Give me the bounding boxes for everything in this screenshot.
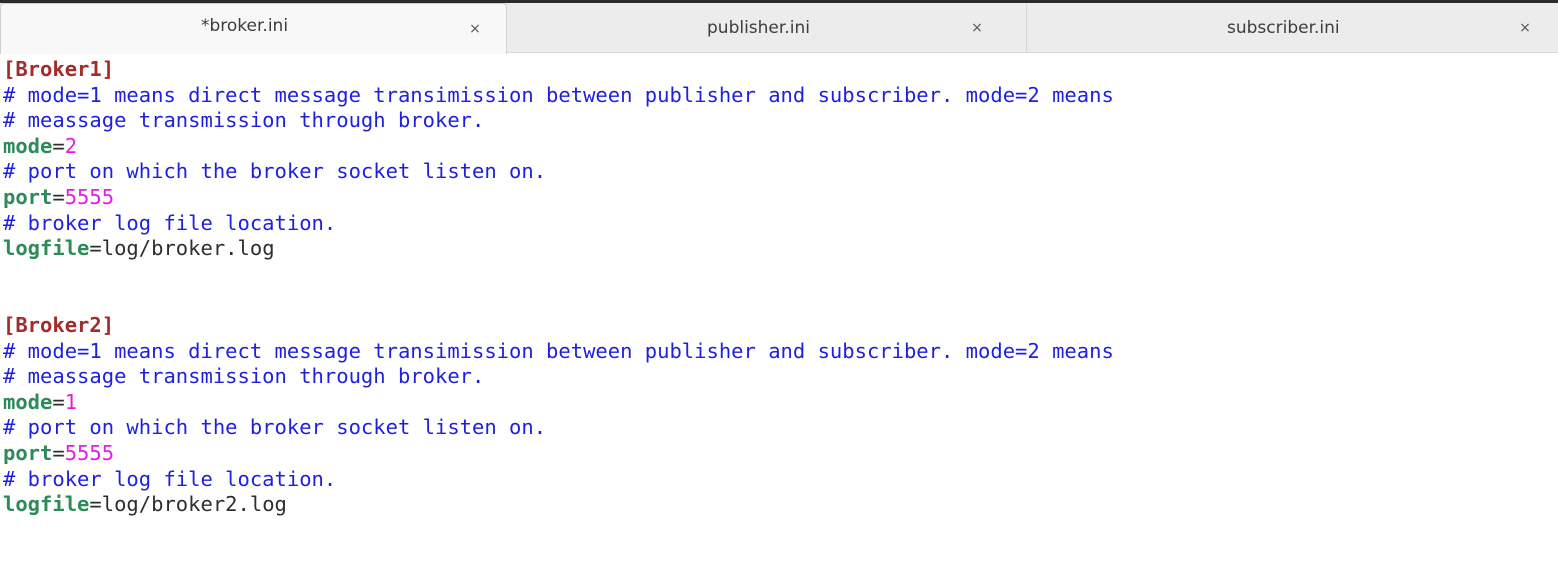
code-line[interactable]: # port on which the broker socket listen…	[3, 415, 1558, 441]
section-header: [Broker2]	[3, 312, 115, 337]
comment-text: # broker log file location.	[3, 210, 337, 235]
code-line[interactable]: port=5555	[3, 441, 1558, 467]
config-value: 5555	[64, 184, 115, 209]
code-line[interactable]	[3, 287, 1558, 313]
comment-text: # meassage transmission through broker.	[3, 108, 485, 133]
tab-publisher-ini[interactable]: publisher.ini ×	[507, 3, 1027, 52]
tab-broker-ini[interactable]: *broker.ini ×	[0, 3, 507, 54]
comment-text: # mode=1 means direct message transimiss…	[3, 338, 1114, 363]
code-line[interactable]: # broker log file location.	[3, 467, 1558, 493]
config-key: logfile	[3, 236, 90, 261]
tab-label: *broker.ini	[201, 16, 289, 36]
comment-text: # port on which the broker socket listen…	[3, 415, 547, 440]
config-key: mode	[3, 389, 53, 414]
editor-window: *broker.ini × publisher.ini × subscriber…	[0, 0, 1558, 562]
tab-label: publisher.ini	[707, 18, 810, 38]
close-icon[interactable]: ×	[969, 20, 985, 36]
code-line[interactable]: # mode=1 means direct message transimiss…	[3, 339, 1558, 365]
code-line[interactable]: # meassage transmission through broker.	[3, 108, 1558, 134]
comment-text: # broker log file location.	[3, 466, 337, 491]
code-line[interactable]: # port on which the broker socket listen…	[3, 159, 1558, 185]
comment-text: # port on which the broker socket listen…	[3, 159, 547, 184]
close-icon[interactable]: ×	[1517, 20, 1533, 36]
code-line[interactable]	[3, 262, 1558, 288]
config-key: port	[3, 184, 53, 209]
code-line[interactable]: logfile=log/broker.log	[3, 236, 1558, 262]
comment-text: # mode=1 means direct message transimiss…	[3, 82, 1114, 107]
tab-label: subscriber.ini	[1227, 18, 1340, 38]
code-line[interactable]: mode=2	[3, 134, 1558, 160]
config-key: mode	[3, 133, 53, 158]
config-value: log/broker2.log	[101, 492, 287, 517]
code-line[interactable]: # broker log file location.	[3, 211, 1558, 237]
code-line[interactable]: mode=1	[3, 390, 1558, 416]
code-line[interactable]: # meassage transmission through broker.	[3, 364, 1558, 390]
config-value: 5555	[64, 440, 115, 465]
code-line[interactable]: logfile=log/broker2.log	[3, 492, 1558, 518]
equals-sign: =	[52, 184, 65, 209]
equals-sign: =	[52, 440, 65, 465]
code-line[interactable]: # mode=1 means direct message transimiss…	[3, 83, 1558, 109]
config-key: port	[3, 440, 53, 465]
code-line[interactable]: port=5555	[3, 185, 1558, 211]
config-value: log/broker.log	[101, 236, 275, 261]
config-value: 1	[64, 389, 78, 414]
code-line[interactable]: [Broker1]	[3, 57, 1558, 83]
config-key: logfile	[3, 492, 90, 517]
config-value: 2	[64, 133, 78, 158]
section-header: [Broker1]	[3, 57, 115, 81]
equals-sign: =	[52, 389, 65, 414]
tab-subscriber-ini[interactable]: subscriber.ini ×	[1027, 3, 1558, 52]
code-line[interactable]: [Broker2]	[3, 313, 1558, 339]
close-icon[interactable]: ×	[467, 21, 483, 37]
comment-text: # meassage transmission through broker.	[3, 364, 485, 389]
tab-bar: *broker.ini × publisher.ini × subscriber…	[0, 3, 1558, 54]
text-editor-area[interactable]: [Broker1] # mode=1 means direct message t…	[0, 53, 1558, 518]
equals-sign: =	[89, 492, 102, 517]
equals-sign: =	[52, 133, 65, 158]
equals-sign: =	[89, 236, 102, 261]
